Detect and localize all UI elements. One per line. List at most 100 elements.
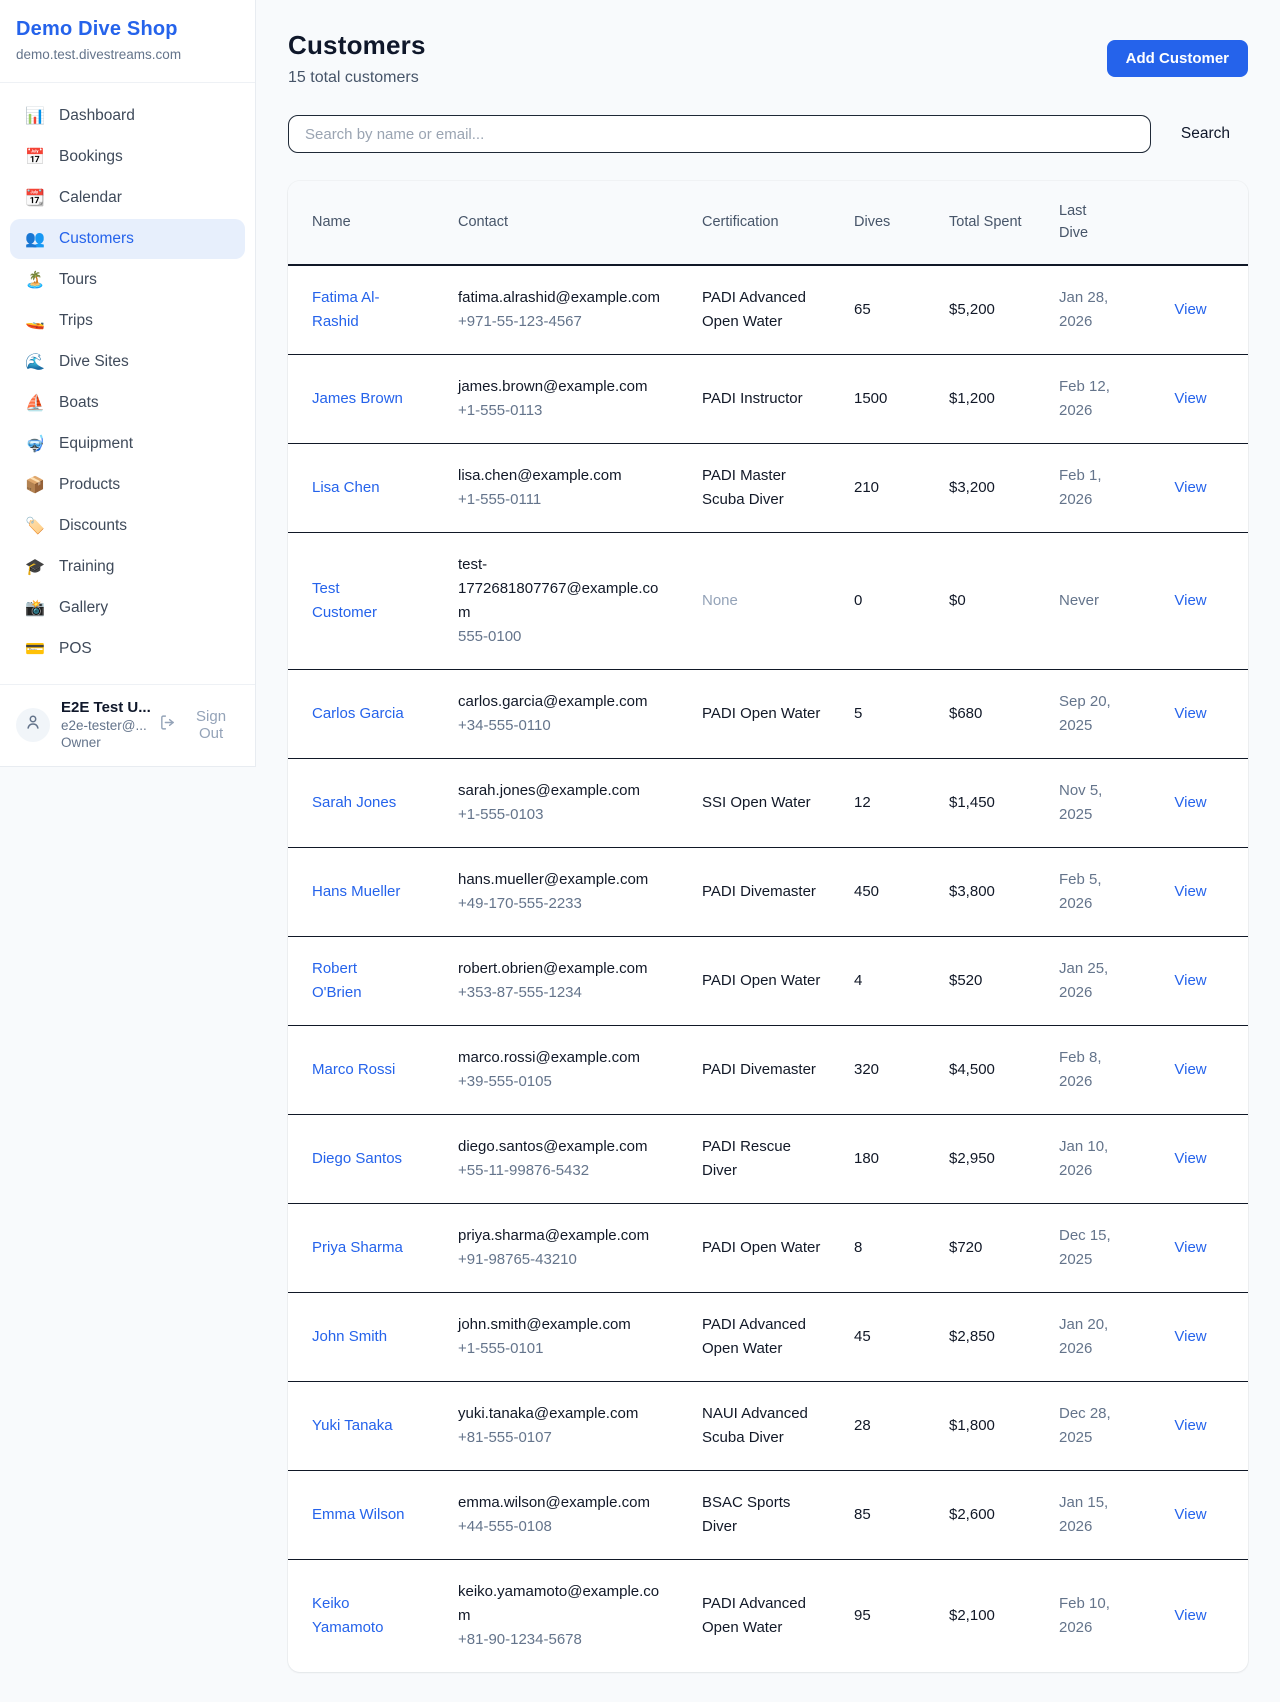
- shop-domain: demo.test.divestreams.com: [16, 47, 239, 62]
- sidebar-item-customers[interactable]: 👥 Customers: [10, 219, 245, 259]
- customer-last-dive: Jan 15, 2026: [1043, 1470, 1133, 1559]
- view-customer-link[interactable]: View: [1174, 301, 1206, 318]
- customer-name-link[interactable]: Emma Wilson: [312, 1506, 405, 1523]
- customer-phone: +44-555-0108: [458, 1515, 670, 1539]
- sidebar-item-products[interactable]: 📦 Products: [10, 465, 245, 505]
- shop-name: Demo Dive Shop: [16, 18, 239, 41]
- view-customer-link[interactable]: View: [1174, 592, 1206, 609]
- customer-name-link[interactable]: Marco Rossi: [312, 1061, 395, 1078]
- sidebar-item-trips[interactable]: 🚤 Trips: [10, 301, 245, 341]
- customer-name-link[interactable]: Test Customer: [312, 580, 377, 621]
- customer-name-link[interactable]: Priya Sharma: [312, 1239, 403, 1256]
- customer-last-dive: Jan 20, 2026: [1043, 1292, 1133, 1381]
- sidebar-item-label: Products: [59, 476, 120, 494]
- sidebar-item-label: Boats: [59, 394, 99, 412]
- customer-email: test-1772681807767@example.com: [458, 553, 670, 625]
- table-row: Robert O'Brien robert.obrien@example.com…: [288, 936, 1248, 1025]
- user-role: Owner: [61, 735, 148, 750]
- customer-last-dive: Dec 15, 2025: [1043, 1203, 1133, 1292]
- customer-name-link[interactable]: James Brown: [312, 390, 403, 407]
- customer-total-spent: $3,200: [933, 443, 1043, 532]
- customer-dives: 320: [838, 1025, 933, 1114]
- view-customer-link[interactable]: View: [1174, 883, 1206, 900]
- customer-dives: 65: [838, 265, 933, 355]
- customer-name-link[interactable]: Lisa Chen: [312, 479, 380, 496]
- customer-total-spent: $1,450: [933, 758, 1043, 847]
- customer-name-link[interactable]: Keiko Yamamoto: [312, 1595, 383, 1636]
- customer-total-spent: $3,800: [933, 847, 1043, 936]
- sidebar-nav: 📊 Dashboard 📅 Bookings 📆 Calendar 👥 Cust…: [0, 83, 255, 684]
- column-header-dives: Dives: [838, 181, 933, 265]
- sidebar-item-training[interactable]: 🎓 Training: [10, 547, 245, 587]
- sidebar-item-bookings[interactable]: 📅 Bookings: [10, 137, 245, 177]
- view-customer-link[interactable]: View: [1174, 390, 1206, 407]
- person-icon: [24, 713, 42, 736]
- customer-last-dive: Feb 1, 2026: [1043, 443, 1133, 532]
- customer-dives: 210: [838, 443, 933, 532]
- sidebar-item-dashboard[interactable]: 📊 Dashboard: [10, 96, 245, 136]
- customer-name-link[interactable]: Carlos Garcia: [312, 705, 404, 722]
- customer-last-dive: Feb 12, 2026: [1043, 354, 1133, 443]
- sidebar-item-tours[interactable]: 🏝️ Tours: [10, 260, 245, 300]
- view-customer-link[interactable]: View: [1174, 1150, 1206, 1167]
- customer-phone: +34-555-0110: [458, 714, 670, 738]
- customer-name-link[interactable]: Yuki Tanaka: [312, 1417, 393, 1434]
- customer-dives: 12: [838, 758, 933, 847]
- sidebar-item-label: Tours: [59, 271, 97, 289]
- view-customer-link[interactable]: View: [1174, 794, 1206, 811]
- customer-phone: +1-555-0113: [458, 399, 670, 423]
- customer-dives: 0: [838, 532, 933, 669]
- customer-name-link[interactable]: Fatima Al-Rashid: [312, 289, 380, 330]
- customer-certification: PADI Instructor: [686, 354, 838, 443]
- sidebar-item-gallery[interactable]: 📸 Gallery: [10, 588, 245, 628]
- customer-total-spent: $2,100: [933, 1559, 1043, 1672]
- customer-total-spent: $1,800: [933, 1381, 1043, 1470]
- customers-table-card: NameContactCertificationDivesTotal Spent…: [288, 181, 1248, 1672]
- view-customer-link[interactable]: View: [1174, 1061, 1206, 1078]
- view-customer-link[interactable]: View: [1174, 1417, 1206, 1434]
- sidebar-item-dive-sites[interactable]: 🌊 Dive Sites: [10, 342, 245, 382]
- view-customer-link[interactable]: View: [1174, 972, 1206, 989]
- customer-certification: NAUI Advanced Scuba Diver: [686, 1381, 838, 1470]
- view-customer-link[interactable]: View: [1174, 479, 1206, 496]
- view-customer-link[interactable]: View: [1174, 1328, 1206, 1345]
- customer-total-spent: $4,500: [933, 1025, 1043, 1114]
- sign-out-icon: [159, 714, 176, 735]
- sidebar-item-boats[interactable]: ⛵ Boats: [10, 383, 245, 423]
- sidebar-item-equipment[interactable]: 🤿 Equipment: [10, 424, 245, 464]
- column-header-contact: Contact: [442, 181, 686, 265]
- customer-dives: 28: [838, 1381, 933, 1470]
- table-row: Yuki Tanaka yuki.tanaka@example.com +81-…: [288, 1381, 1248, 1470]
- search-input[interactable]: [288, 115, 1151, 153]
- sidebar-item-pos[interactable]: 💳 POS: [10, 629, 245, 669]
- sidebar-item-label: Bookings: [59, 148, 123, 166]
- sidebar-item-calendar[interactable]: 📆 Calendar: [10, 178, 245, 218]
- customer-email: fatima.alrashid@example.com: [458, 286, 670, 310]
- view-customer-link[interactable]: View: [1174, 705, 1206, 722]
- customer-dives: 450: [838, 847, 933, 936]
- search-bar: Search: [288, 115, 1248, 153]
- customer-email: lisa.chen@example.com: [458, 464, 670, 488]
- training-icon: 🎓: [24, 557, 46, 577]
- customer-certification: PADI Open Water: [686, 936, 838, 1025]
- customer-phone: +91-98765-43210: [458, 1248, 670, 1272]
- customer-certification: PADI Open Water: [686, 669, 838, 758]
- search-button[interactable]: Search: [1181, 117, 1230, 151]
- sign-out-button[interactable]: Sign Out: [159, 708, 239, 742]
- view-customer-link[interactable]: View: [1174, 1607, 1206, 1624]
- view-customer-link[interactable]: View: [1174, 1506, 1206, 1523]
- customer-name-link[interactable]: Robert O'Brien: [312, 960, 362, 1001]
- customer-email: diego.santos@example.com: [458, 1135, 670, 1159]
- customer-name-link[interactable]: Diego Santos: [312, 1150, 402, 1167]
- customer-name-link[interactable]: Sarah Jones: [312, 794, 396, 811]
- customer-last-dive: Never: [1043, 532, 1133, 669]
- add-customer-button[interactable]: Add Customer: [1107, 40, 1248, 77]
- view-customer-link[interactable]: View: [1174, 1239, 1206, 1256]
- customer-phone: +1-555-0101: [458, 1337, 670, 1361]
- customer-phone: +39-555-0105: [458, 1070, 670, 1094]
- user-name: E2E Test U...: [61, 699, 148, 716]
- customer-total-spent: $5,200: [933, 265, 1043, 355]
- customer-name-link[interactable]: Hans Mueller: [312, 883, 400, 900]
- customer-name-link[interactable]: John Smith: [312, 1328, 387, 1345]
- sidebar-item-discounts[interactable]: 🏷️ Discounts: [10, 506, 245, 546]
